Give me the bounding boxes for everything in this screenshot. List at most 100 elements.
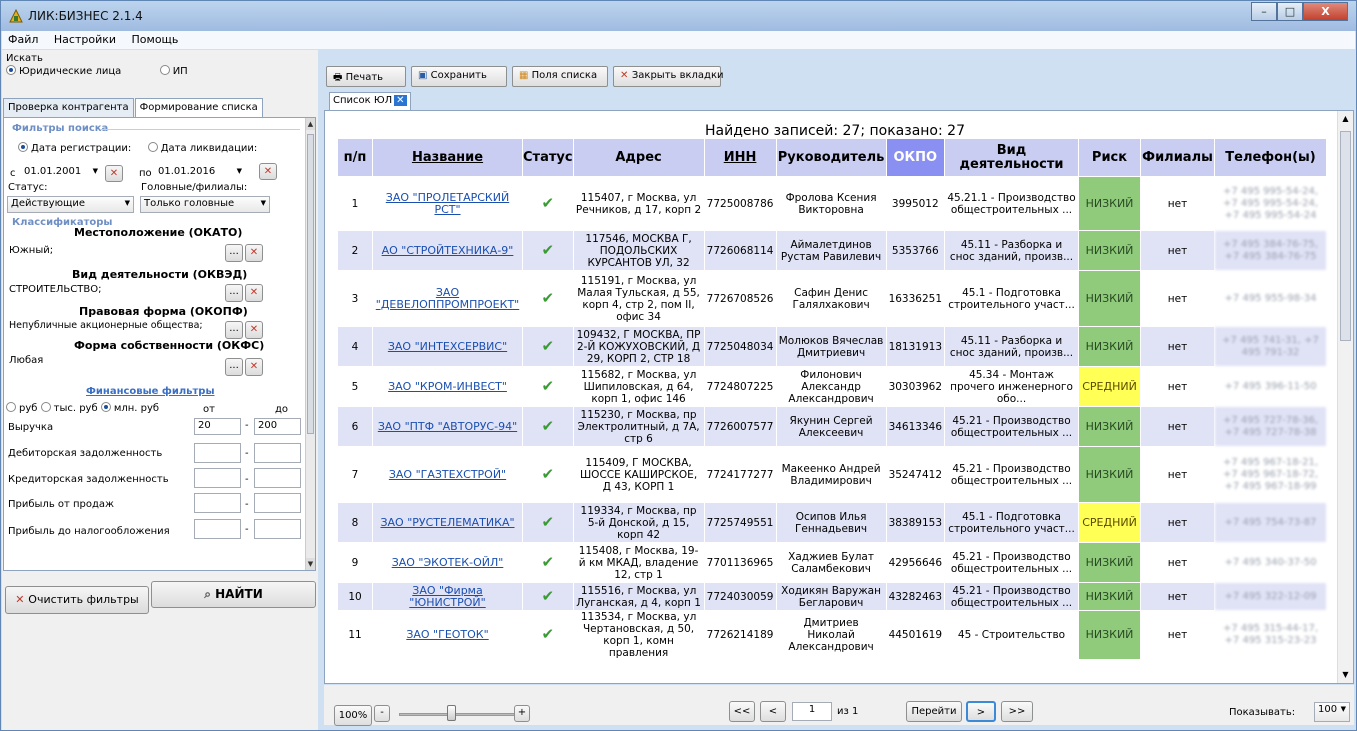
cell-name[interactable]: ЗАО "ГЕОТОК" <box>372 610 523 660</box>
close-tab-icon[interactable]: ✕ <box>394 95 407 106</box>
col-address-header[interactable]: Адрес <box>572 138 705 177</box>
tab-list-ul[interactable]: Список ЮЛ ✕ <box>329 92 411 110</box>
maximize-button[interactable]: □ <box>1277 2 1303 21</box>
tab-list[interactable]: Формирование списка <box>134 98 263 119</box>
menu-settings[interactable]: Настройки <box>48 31 122 46</box>
page-input[interactable]: 1 <box>792 702 832 721</box>
table-row[interactable]: 10 ЗАО "Фирма "ЮНИСТРОЙ" ✔ 115516, г Москва… <box>337 582 1328 611</box>
col-num-header[interactable]: п/п <box>337 138 373 177</box>
branch-select[interactable]: Только головные <box>140 196 270 213</box>
radio-rub[interactable] <box>6 402 16 412</box>
table-row[interactable]: 11 ЗАО "ГЕОТОК" ✔ 113534, г Москва, ул Черт… <box>337 610 1328 660</box>
menu-help[interactable]: Помощь <box>126 31 185 46</box>
radio-thousand[interactable] <box>40 402 51 412</box>
cell-status: ✔ <box>522 326 574 367</box>
receivable-from-input[interactable] <box>194 443 241 463</box>
okato-clear-button[interactable]: ✕ <box>245 244 263 262</box>
col-inn-header[interactable]: ИНН <box>703 138 777 177</box>
date-to-picker[interactable]: 01.01.2016 <box>155 165 245 182</box>
sales-profit-to-input[interactable] <box>254 493 301 513</box>
okopf-clear-button[interactable]: ✕ <box>245 321 263 339</box>
okfs-select-button[interactable]: ... <box>225 358 243 376</box>
okfs-field[interactable]: Любая <box>6 354 222 371</box>
last-page-button[interactable]: >> <box>1001 701 1033 722</box>
receivable-to-input[interactable] <box>254 443 301 463</box>
zoom-in-button[interactable]: + <box>514 705 530 722</box>
save-button[interactable]: ▣ Сохранить <box>411 66 507 87</box>
close-window-button[interactable]: X <box>1303 2 1348 21</box>
clear-date-to-button[interactable]: ✕ <box>259 163 277 180</box>
close-tabs-button[interactable]: ✕ Закрыть вкладки <box>613 66 724 87</box>
filters-scrollbar[interactable]: ▲ ▼ <box>305 118 315 570</box>
radio-million[interactable] <box>100 402 111 412</box>
radio-legal[interactable] <box>6 65 16 75</box>
col-status-header[interactable]: Статус <box>522 138 574 177</box>
tab-check[interactable]: Проверка контрагента <box>3 98 134 118</box>
pretax-profit-to-input[interactable] <box>254 519 301 539</box>
cell-name[interactable]: ЗАО "ПРОЛЕТАРСКИЙ РСТ" <box>372 176 523 231</box>
zoom-out-button[interactable]: - <box>374 705 390 722</box>
status-select[interactable]: Действующие <box>7 196 134 213</box>
radio-date-reg[interactable] <box>18 142 28 152</box>
okved-select-button[interactable]: ... <box>225 284 243 302</box>
table-row[interactable]: 5 ЗАО "КРОМ-ИНВЕСТ" ✔ 115682, г Москва, ул … <box>337 366 1328 407</box>
revenue-from-input[interactable]: 20 <box>194 418 241 435</box>
print-button[interactable]: 🖶 Печать <box>326 66 406 87</box>
radio-date-liq[interactable] <box>147 142 158 152</box>
cell-name[interactable]: ЗАО "КРОМ-ИНВЕСТ" <box>372 366 523 407</box>
cell-name[interactable]: ЗАО "Фирма "ЮНИСТРОЙ" <box>372 582 523 611</box>
cell-name[interactable]: АО "СТРОЙТЕХНИКА-9" <box>372 230 523 271</box>
cell-name[interactable]: ЗАО "ИНТЕХСЕРВИС" <box>372 326 523 367</box>
cell-name[interactable]: ЗАО "ЭКОТЕК-ОЙЛ" <box>372 542 523 583</box>
table-row[interactable]: 8 ЗАО "РУСТЕЛЕМАТИКА" ✔ 119334, г Москва, п… <box>337 502 1328 543</box>
col-okpo-header[interactable]: ОКПО <box>885 138 946 177</box>
zoom-level[interactable]: 100% <box>334 705 372 726</box>
payable-to-input[interactable] <box>254 468 301 488</box>
col-activity-header[interactable]: Вид деятельности <box>944 138 1080 177</box>
okato-select-button[interactable]: ... <box>225 244 243 262</box>
col-name-header[interactable]: Название <box>372 138 523 177</box>
payable-from-input[interactable] <box>194 468 241 488</box>
table-row[interactable]: 6 ЗАО "ПТФ "АВТОРУС-94" ✔ 115230, г Москва,… <box>337 406 1328 447</box>
zoom-slider[interactable] <box>399 713 519 716</box>
prev-page-button[interactable]: < <box>760 701 786 722</box>
col-head-header[interactable]: Руководитель <box>775 138 887 177</box>
table-row[interactable]: 4 ЗАО "ИНТЕХСЕРВИС" ✔ 109432, Г МОСКВА, ПР … <box>337 326 1328 367</box>
date-from-picker[interactable]: 01.01.2001 <box>21 165 101 182</box>
goto-page-button[interactable]: Перейти <box>906 701 962 722</box>
cell-name[interactable]: ЗАО "ДЕВЕЛОППРОМПРОЕКТ" <box>372 270 523 327</box>
col-risk-header[interactable]: Риск <box>1078 138 1142 177</box>
pretax-profit-from-input[interactable] <box>194 519 241 539</box>
minimize-button[interactable]: – <box>1251 2 1277 21</box>
results-scrollbar[interactable]: ▲ ▼ <box>1337 111 1353 683</box>
cell-name[interactable]: ЗАО "ПТФ "АВТОРУС-94" <box>372 406 523 447</box>
okved-field[interactable]: СТРОИТЕЛЬСТВО; <box>6 283 222 300</box>
next-page-button[interactable]: > <box>966 701 996 722</box>
zoom-slider-handle[interactable] <box>447 705 456 721</box>
okopf-select-button[interactable]: ... <box>225 321 243 339</box>
cell-name[interactable]: ЗАО "РУСТЕЛЕМАТИКА" <box>372 502 523 543</box>
okved-clear-button[interactable]: ✕ <box>245 284 263 302</box>
first-page-button[interactable]: << <box>729 701 755 722</box>
page-size-select[interactable]: 100 <box>1314 702 1350 722</box>
col-branches-header[interactable]: Филиалы <box>1140 138 1216 177</box>
col-phones-header[interactable]: Телефон(ы) <box>1214 138 1328 177</box>
cell-name[interactable]: ЗАО "ГАЗТЕХСТРОЙ" <box>372 446 523 503</box>
menu-file[interactable]: Файл <box>2 31 44 46</box>
okopf-field[interactable]: Непубличные акционерные общества; <box>6 319 222 336</box>
clear-date-from-button[interactable]: ✕ <box>105 165 123 182</box>
revenue-to-input[interactable]: 200 <box>254 418 301 435</box>
okfs-clear-button[interactable]: ✕ <box>245 358 263 376</box>
table-row[interactable]: 9 ЗАО "ЭКОТЕК-ОЙЛ" ✔ 115408, г Москва, 19-й… <box>337 542 1328 583</box>
table-row[interactable]: 1 ЗАО "ПРОЛЕТАРСКИЙ РСТ" ✔ 115407, г Москва… <box>337 176 1328 231</box>
table-row[interactable]: 2 АО "СТРОЙТЕХНИКА-9" ✔ 117546, МОСКВА Г, П… <box>337 230 1328 271</box>
fields-button[interactable]: ▦ Поля списка <box>512 66 608 87</box>
radio-ip[interactable] <box>159 65 170 75</box>
table-row[interactable]: 3 ЗАО "ДЕВЕЛОППРОМПРОЕКТ" ✔ 115191, г Москв… <box>337 270 1328 327</box>
find-button[interactable]: ⌕ НАЙТИ <box>151 581 316 608</box>
sales-profit-from-input[interactable] <box>194 493 241 513</box>
clear-filters-button[interactable]: ✕ Очистить фильтры <box>5 586 149 614</box>
table-row[interactable]: 7 ЗАО "ГАЗТЕХСТРОЙ" ✔ 115409, Г МОСКВА, ШОС… <box>337 446 1328 503</box>
okato-field[interactable]: Южный; <box>6 244 222 261</box>
fin-filters-link[interactable]: Финансовые фильтры <box>86 386 215 397</box>
